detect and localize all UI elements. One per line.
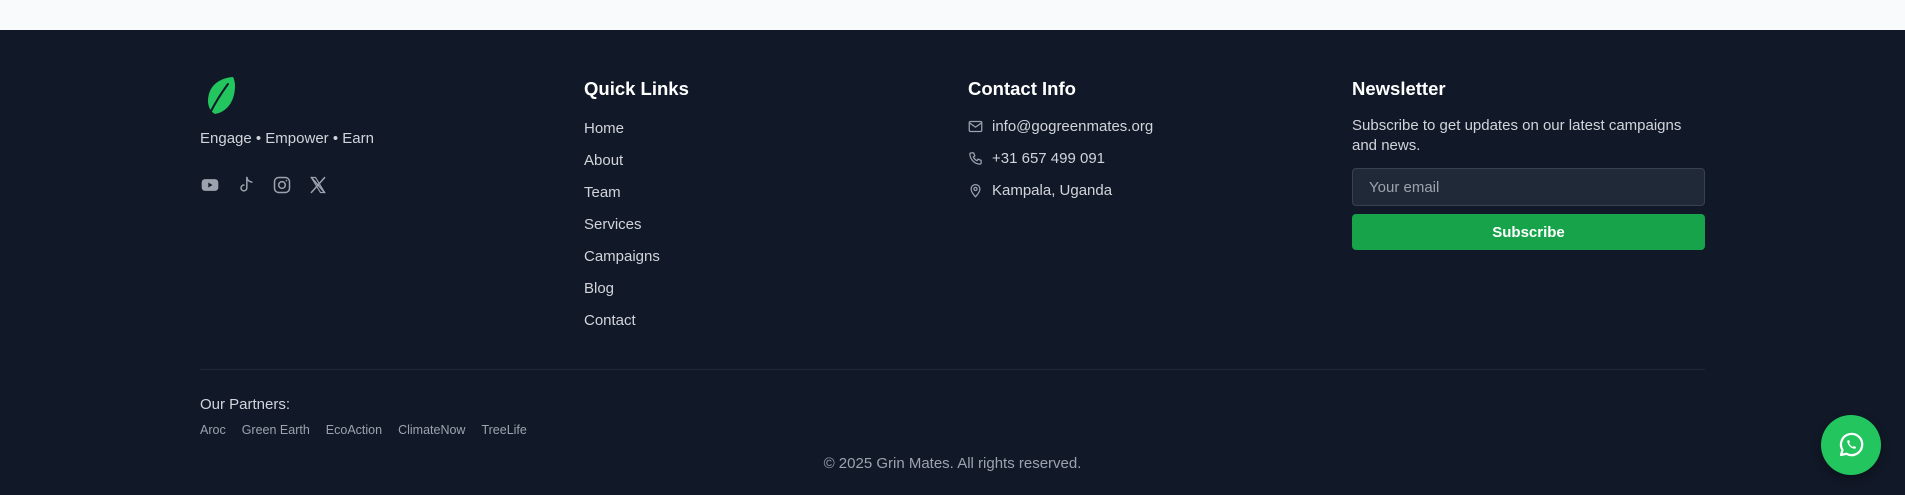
footer-divider	[200, 369, 1705, 370]
link-about[interactable]: About	[584, 152, 623, 169]
list-item: Home	[584, 120, 924, 139]
tiktok-icon[interactable]	[236, 175, 256, 195]
partner-item: Green Earth	[241, 423, 310, 437]
list-item: About	[584, 152, 924, 171]
leaf-icon[interactable]	[200, 74, 240, 118]
quick-links-list: Home About Team Services Campaigns Blog …	[584, 120, 924, 331]
partner-item: EcoAction	[325, 423, 383, 437]
contact-phone[interactable]: +31 657 499 091	[992, 150, 1105, 167]
quick-links-column: Quick Links Home About Team Services Cam…	[584, 74, 924, 344]
partner-item: Aroc	[200, 423, 226, 437]
map-pin-icon	[970, 183, 981, 198]
social-links	[200, 175, 540, 195]
brand-column: Engage • Empower • Earn	[200, 74, 540, 195]
link-team[interactable]: Team	[584, 184, 621, 201]
newsletter-email-input[interactable]	[1352, 168, 1705, 206]
contact-phone-row: +31 657 499 091	[968, 149, 1308, 168]
list-item: Team	[584, 184, 924, 203]
whatsapp-icon	[1839, 432, 1864, 457]
mail-icon	[968, 120, 983, 133]
link-contact[interactable]: Contact	[584, 312, 636, 329]
contact-column: Contact Info info@gogreenmates.org +31 6…	[968, 74, 1308, 213]
link-home[interactable]: Home	[584, 120, 624, 137]
contact-location: Kampala, Uganda	[992, 182, 1113, 199]
contact-heading: Contact Info	[968, 78, 1076, 99]
list-item: Services	[584, 216, 924, 235]
quick-links-heading: Quick Links	[584, 78, 689, 99]
partner-item: ClimateNow	[398, 423, 466, 437]
whatsapp-button[interactable]	[1821, 415, 1881, 475]
list-item: Campaigns	[584, 248, 924, 267]
contact-email[interactable]: info@gogreenmates.org	[992, 118, 1153, 135]
list-item: Contact	[584, 312, 924, 331]
instagram-icon[interactable]	[272, 175, 292, 195]
contact-location-row: Kampala, Uganda	[968, 181, 1308, 200]
copyright-text: © 2025 Grin Mates. All rights reserved.	[823, 455, 1082, 472]
page-top-strip	[0, 0, 1905, 30]
phone-icon	[969, 152, 982, 165]
link-services[interactable]: Services	[584, 216, 642, 233]
contact-email-row: info@gogreenmates.org	[968, 117, 1308, 136]
brand-tagline: Engage • Empower • Earn	[200, 130, 374, 147]
link-blog[interactable]: Blog	[584, 280, 614, 297]
site-footer: Engage • Empower • Earn Quick Links Home…	[0, 30, 1905, 495]
newsletter-column: Newsletter Subscribe to get updates on o…	[1352, 74, 1705, 250]
footer-inner: Engage • Empower • Earn Quick Links Home…	[200, 30, 1705, 495]
newsletter-heading: Newsletter	[1352, 78, 1446, 99]
partners-list: Aroc Green Earth EcoAction ClimateNow Tr…	[200, 423, 527, 437]
partner-item: TreeLife	[481, 423, 527, 437]
footer-columns: Engage • Empower • Earn Quick Links Home…	[200, 74, 1705, 374]
contact-list: info@gogreenmates.org +31 657 499 091 Ka…	[968, 117, 1308, 200]
list-item: Blog	[584, 280, 924, 299]
x-icon[interactable]	[308, 175, 328, 195]
partners-label: Our Partners:	[200, 396, 291, 413]
youtube-icon[interactable]	[200, 175, 220, 195]
newsletter-description: Subscribe to get updates on our latest c…	[1352, 117, 1682, 154]
link-campaigns[interactable]: Campaigns	[584, 248, 660, 265]
subscribe-button[interactable]: Subscribe	[1352, 214, 1705, 250]
